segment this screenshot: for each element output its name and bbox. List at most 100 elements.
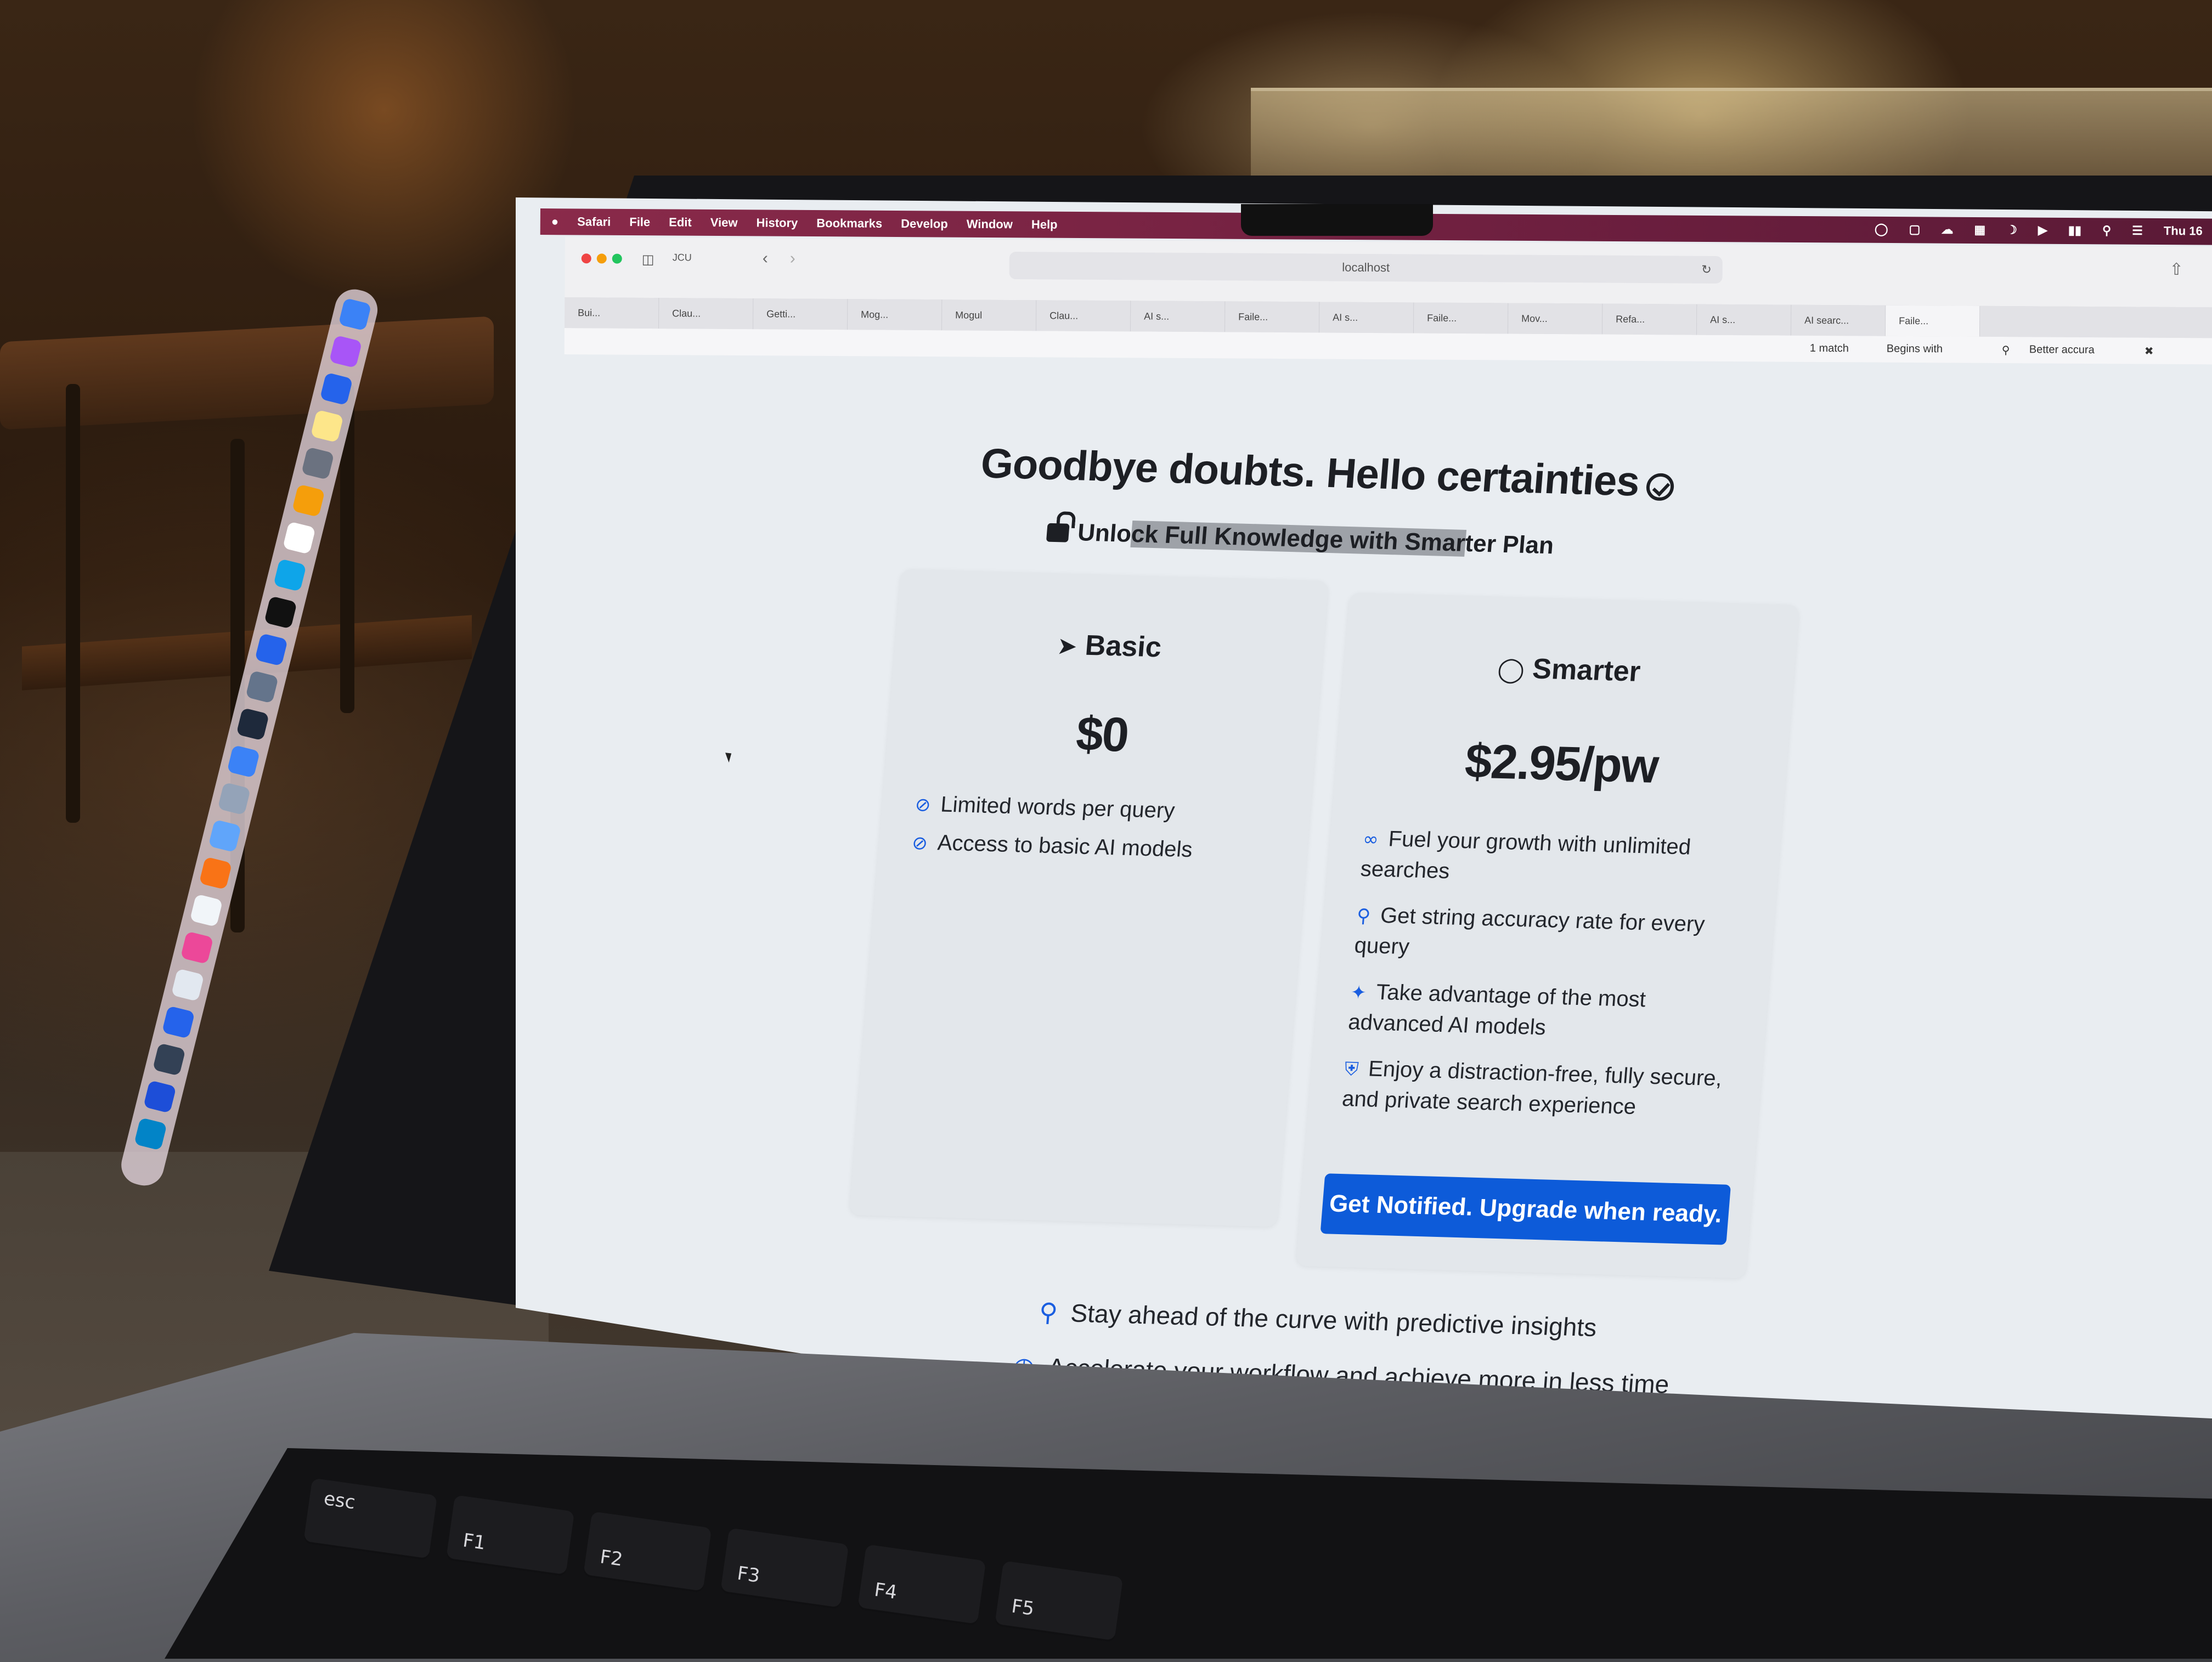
browser-tab[interactable]: Clau...: [658, 298, 754, 330]
browser-tab[interactable]: Clau...: [1036, 300, 1131, 332]
finder-icon[interactable]: [338, 297, 372, 331]
browser-tab[interactable]: Bui...: [564, 297, 659, 329]
app-icon[interactable]: [245, 670, 279, 704]
webstorm-icon[interactable]: [236, 707, 269, 741]
find-match-count: 1 match: [1809, 342, 1849, 355]
settings-icon[interactable]: [301, 446, 335, 480]
minimize-button[interactable]: [596, 253, 607, 264]
paper-plane-icon: ➤: [1056, 632, 1079, 661]
browser-tab[interactable]: AI s...: [1130, 301, 1226, 332]
browser-tab[interactable]: AI searc...: [1791, 304, 1886, 336]
unlink-icon: ⊘: [914, 794, 932, 816]
find-clear-icon[interactable]: ✖: [2145, 344, 2154, 358]
zoom-button[interactable]: [612, 253, 622, 264]
menu-app-name[interactable]: Safari: [577, 214, 611, 229]
play-icon[interactable]: ▶: [2038, 223, 2047, 238]
pencil-app-icon[interactable]: [199, 856, 233, 890]
find-highlight: ck Full Knowledge with Smar: [1130, 520, 1466, 557]
address-text: localhost: [1342, 260, 1390, 275]
plan-name: ◯ Smarter: [1496, 653, 1642, 688]
menu-help[interactable]: Help: [1031, 217, 1058, 231]
browser-tab[interactable]: Refa...: [1602, 303, 1697, 335]
search-icon: ⚲: [1037, 1297, 1059, 1327]
app-icon[interactable]: [227, 744, 261, 778]
safari-window: ◫ JCU ‹ › localhost ↻ ⇧ Bui... Clau... G…: [564, 237, 2212, 384]
share-icon[interactable]: ⇧: [2169, 260, 2183, 279]
chair-leg: [66, 384, 80, 823]
browser-tab[interactable]: Getti...: [753, 298, 848, 330]
layout-icon[interactable]: ▦: [1974, 223, 1985, 237]
menu-bookmarks[interactable]: Bookmarks: [816, 216, 882, 231]
back-icon[interactable]: ‹: [763, 249, 768, 268]
page-title-text: Goodbye doubts. Hello certainties: [979, 440, 1641, 505]
notes-icon[interactable]: [310, 409, 344, 443]
calendar-icon[interactable]: [283, 521, 316, 555]
find-input[interactable]: Better accura: [2029, 343, 2095, 357]
clock-icon[interactable]: [189, 894, 223, 928]
chrome-icon[interactable]: [291, 484, 325, 518]
menu-view[interactable]: View: [710, 216, 738, 230]
browser-tab[interactable]: Mov...: [1508, 303, 1603, 335]
close-button[interactable]: [581, 253, 591, 264]
browser-tab[interactable]: Faile...: [1224, 301, 1320, 333]
vpn-icon[interactable]: ◯: [1875, 222, 1888, 236]
plan-name: ➤ Basic: [1056, 629, 1163, 664]
app-icon[interactable]: [217, 782, 251, 816]
lightbulb-icon: ◯: [1496, 655, 1526, 684]
plan-feature: ⊘ Access to basic AI models: [911, 830, 1194, 862]
docker-icon[interactable]: [134, 1117, 167, 1151]
camera-notch: [1241, 204, 1433, 236]
safari-icon[interactable]: [319, 372, 353, 406]
forward-icon[interactable]: ›: [790, 250, 795, 268]
browser-tab[interactable]: AI s...: [1696, 304, 1792, 336]
app-icon[interactable]: [171, 968, 205, 1002]
moon-icon[interactable]: ☽: [2006, 223, 2017, 237]
browser-tab[interactable]: Mogul: [941, 299, 1037, 331]
shield-icon: ⛨: [1344, 1058, 1359, 1081]
apple-icon[interactable]: ●: [551, 214, 558, 229]
plan-feature: ⚲ Get string accuracy rate for every quer…: [1353, 903, 1706, 959]
safari-toolbar: ◫ JCU ‹ › localhost ↻ ⇧: [565, 237, 2212, 308]
reload-icon[interactable]: ↻: [1701, 263, 1712, 277]
no-rocket-icon: ⊘: [911, 832, 929, 855]
browser-tab[interactable]: Mog...: [847, 299, 943, 331]
menu-history[interactable]: History: [756, 216, 798, 230]
find-mode-select[interactable]: Begins with: [1887, 343, 1943, 356]
check-circle-icon: [1645, 473, 1675, 501]
plan-price: $2.95/pw: [1463, 733, 1660, 793]
control-center-icon[interactable]: ☰: [2132, 224, 2143, 238]
terminal-icon[interactable]: [264, 596, 297, 629]
plan-card-smarter: ◯ Smarter $2.95/pw ∞ Fuel your growth wit…: [1295, 592, 1800, 1279]
plan-card-basic: ➤ Basic $0 ⊘ Limited words per query ⊘ Acc…: [849, 569, 1329, 1227]
photos-icon[interactable]: [180, 931, 214, 965]
menubar-clock[interactable]: Thu 16: [2164, 224, 2203, 238]
menu-window[interactable]: Window: [967, 217, 1013, 232]
sidebar-icon[interactable]: ◫: [642, 252, 654, 268]
infinity-icon: ∞: [1362, 828, 1380, 851]
search-icon[interactable]: ⚲: [2102, 223, 2111, 238]
camera-icon[interactable]: ▢: [1909, 222, 1921, 236]
rocket-icon: ✦: [1350, 981, 1368, 1004]
plan-feature: ✦ Take advantage of the most advanced AI …: [1347, 980, 1647, 1040]
menu-edit[interactable]: Edit: [669, 215, 692, 229]
address-bar[interactable]: localhost ↻: [1009, 251, 1723, 284]
vscode-icon[interactable]: [255, 633, 288, 666]
app-icon[interactable]: [152, 1043, 186, 1076]
menu-file[interactable]: File: [629, 215, 650, 229]
get-notified-button[interactable]: Get Notified. Upgrade when ready.: [1320, 1173, 1731, 1245]
benefit-item: ⚲ Stay ahead of the curve with predictive…: [1037, 1297, 1598, 1342]
cloud-icon[interactable]: ☁: [1941, 223, 1953, 237]
launchpad-icon[interactable]: [329, 335, 363, 369]
page-subtitle: Unlock Full Knowledge with Smarter Plan: [1046, 518, 1555, 560]
browser-tab[interactable]: AI s...: [1319, 302, 1414, 333]
browser-tab-active[interactable]: Faile...: [1885, 305, 1980, 337]
app-icon[interactable]: [208, 819, 242, 853]
battery-icon[interactable]: ▮▮: [2068, 223, 2081, 238]
plan-feature: ⊘ Limited words per query: [914, 792, 1176, 823]
app-store-icon[interactable]: [161, 1005, 195, 1039]
word-icon[interactable]: [143, 1080, 177, 1113]
profile-switcher[interactable]: JCU: [673, 252, 692, 263]
browser-tab[interactable]: Faile...: [1413, 302, 1509, 334]
menu-develop[interactable]: Develop: [901, 217, 948, 231]
app-icon[interactable]: [273, 558, 307, 592]
